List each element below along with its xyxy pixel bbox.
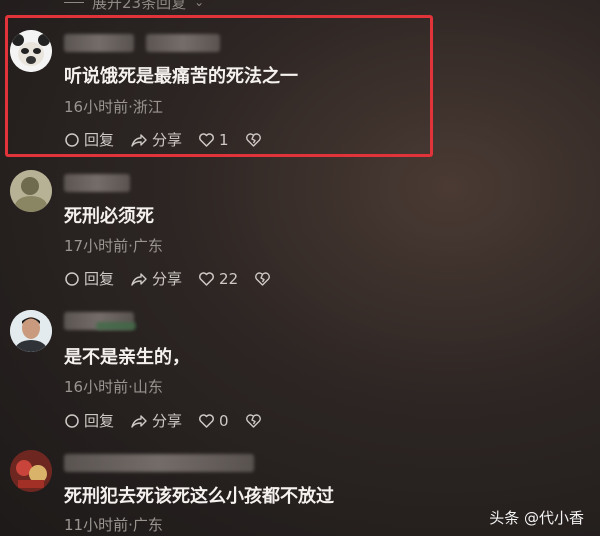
highlight-box — [5, 15, 433, 157]
reply-icon — [65, 271, 79, 286]
share-label: 分享 — [152, 412, 183, 430]
share-button[interactable]: 分享 — [130, 268, 182, 289]
avatar[interactable] — [10, 450, 52, 492]
share-icon — [131, 414, 147, 428]
reply-button[interactable]: 回复 — [64, 268, 114, 289]
broken-heart-icon — [245, 413, 261, 428]
reply-label: 回复 — [84, 412, 115, 430]
like-count: 0 — [219, 411, 229, 430]
dislike-button[interactable] — [245, 413, 262, 429]
comment-text: 是不是亲生的， — [64, 347, 190, 368]
dislike-button[interactable] — [254, 271, 271, 287]
watermark: 头条 @代小香 — [489, 509, 584, 527]
share-icon — [131, 272, 147, 286]
comment-meta: 17小时前·广东 — [64, 237, 163, 255]
share-button[interactable]: 分享 — [130, 410, 182, 431]
reply-button[interactable]: 回复 — [64, 410, 114, 431]
heart-icon — [199, 271, 214, 286]
comment-meta: 11小时前·广东 — [64, 516, 163, 534]
share-label: 分享 — [152, 270, 183, 288]
username-blurred[interactable] — [64, 174, 130, 192]
like-count: 22 — [219, 269, 239, 288]
comment-actions: 回复 分享 0 — [64, 410, 278, 431]
like-button[interactable]: 22 — [198, 270, 238, 288]
avatar[interactable] — [10, 170, 52, 212]
comment-text: 死刑犯去死该死这么小孩都不放过 — [64, 486, 334, 507]
heart-icon — [199, 413, 214, 428]
divider — [64, 1, 84, 3]
username-blurred-extra — [96, 322, 136, 330]
broken-heart-icon — [255, 271, 271, 286]
like-button[interactable]: 0 — [198, 412, 229, 430]
expand-replies-toggle[interactable]: 展开23条回复 ⌄ — [64, 0, 204, 12]
username-blurred[interactable] — [64, 454, 254, 472]
comment-text: 死刑必须死 — [64, 206, 154, 227]
avatar[interactable] — [10, 310, 52, 352]
expand-replies-label: 展开23条回复 — [92, 0, 187, 12]
reply-icon — [65, 413, 79, 428]
reply-label: 回复 — [84, 270, 115, 288]
comment-actions: 回复 分享 22 — [64, 268, 287, 289]
chevron-down-icon: ⌄ — [194, 0, 205, 9]
comment-meta: 16小时前·山东 — [64, 378, 163, 396]
